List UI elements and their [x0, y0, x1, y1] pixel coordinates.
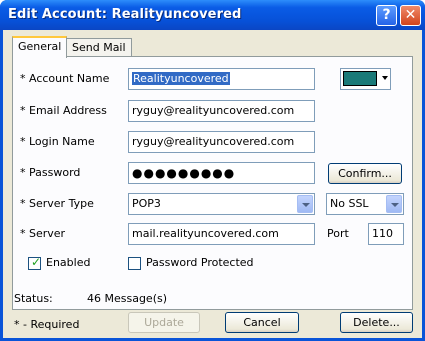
account-name-input[interactable]: Realityuncovered [128, 68, 315, 90]
port-label: Port [327, 227, 349, 240]
server-type-select[interactable]: POP3 [128, 193, 315, 215]
checkmark-icon: ✓ [31, 255, 42, 269]
dialog-client-area: General Send Mail * Account Name Reality… [3, 30, 422, 338]
update-button[interactable]: Update [128, 312, 200, 333]
password-protected-checkbox[interactable] [128, 257, 141, 270]
email-address-label: * Email Address [20, 104, 107, 117]
server-type-label: * Server Type [20, 197, 94, 210]
edit-account-window: Edit Account: Realityuncovered ? ✕ Gener… [0, 0, 425, 341]
status-value: 46 Message(s) [87, 292, 168, 305]
window-title: Edit Account: Realityuncovered [8, 7, 242, 22]
chevron-down-icon [382, 76, 388, 80]
account-color-picker[interactable] [340, 68, 391, 90]
color-swatch [343, 71, 377, 86]
server-label: * Server [20, 227, 66, 240]
required-note: * - Required [14, 318, 80, 331]
title-bar[interactable]: Edit Account: Realityuncovered ? ✕ [0, 0, 425, 30]
general-tab-panel: * Account Name Realityuncovered * Email … [12, 56, 413, 310]
ssl-select[interactable]: No SSL [326, 193, 404, 215]
login-name-label: * Login Name [20, 135, 95, 148]
tab-general[interactable]: General [12, 36, 68, 58]
help-button[interactable]: ? [376, 5, 397, 26]
password-label: * Password [20, 166, 81, 179]
status-label: Status: [14, 292, 53, 305]
chevron-down-icon[interactable] [297, 195, 313, 213]
close-button[interactable]: ✕ [400, 5, 421, 26]
server-type-value: POP3 [132, 197, 161, 210]
tab-send-mail[interactable]: Send Mail [66, 38, 132, 58]
account-name-label: * Account Name [20, 72, 110, 85]
server-input[interactable]: mail.realityuncovered.com [128, 223, 315, 245]
email-address-input[interactable]: ryguy@realityuncovered.com [128, 100, 315, 122]
enabled-label: Enabled [46, 256, 91, 269]
password-protected-label: Password Protected [146, 256, 254, 269]
account-name-value: Realityuncovered [132, 72, 230, 85]
password-input[interactable]: ●●●●●●●●● [128, 162, 315, 184]
port-input[interactable]: 110 [368, 223, 404, 245]
login-name-input[interactable]: ryguy@realityuncovered.com [128, 131, 315, 153]
enabled-checkbox[interactable]: ✓ [28, 255, 42, 270]
delete-button[interactable]: Delete... [340, 312, 413, 333]
ssl-value: No SSL [330, 197, 369, 210]
confirm-password-button[interactable]: Confirm... [328, 163, 402, 184]
chevron-down-icon[interactable] [386, 195, 402, 213]
cancel-button[interactable]: Cancel [225, 312, 299, 333]
